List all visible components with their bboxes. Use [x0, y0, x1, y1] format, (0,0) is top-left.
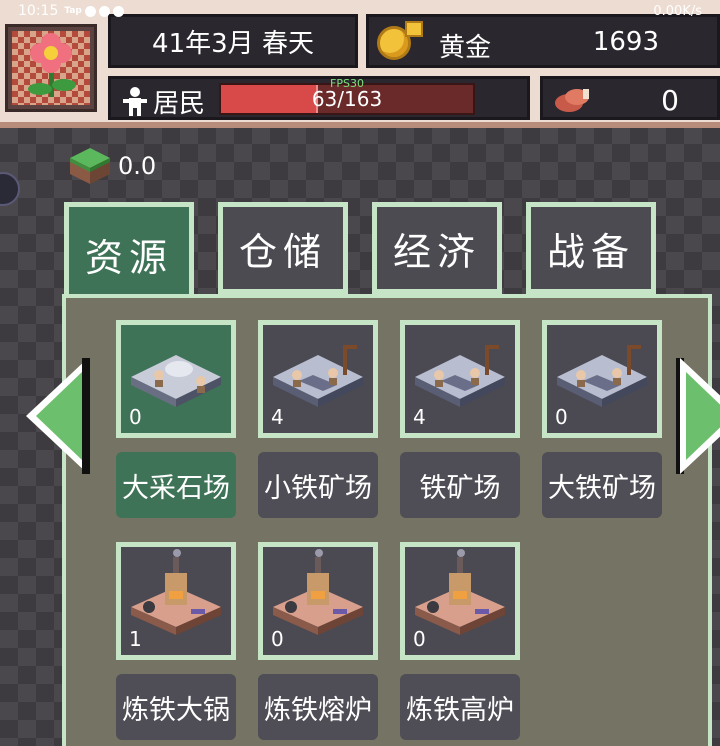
land-value: 0.0 [118, 152, 157, 180]
side-handle-icon[interactable] [0, 172, 20, 206]
tab-military[interactable]: 战备 [526, 202, 656, 294]
status-icons: Tap [64, 5, 124, 17]
building-thumb[interactable]: 4 [258, 320, 378, 438]
season-avatar[interactable] [5, 24, 97, 112]
building-label[interactable]: 大铁矿场 [542, 452, 662, 518]
network-speed: 0.00K/s [653, 3, 702, 19]
date-label: 41年3月 春天 [152, 28, 314, 59]
system-status-bar: 10:15 Tap 0.00K/s [0, 0, 720, 22]
residents-value: 63/163 [311, 87, 383, 111]
building-count: 0 [271, 627, 284, 651]
building-thumb[interactable]: 0 [400, 542, 520, 660]
app-icon [98, 5, 110, 17]
building-label[interactable]: 炼铁熔炉 [258, 674, 378, 740]
meat-value: 0 [661, 84, 679, 117]
grass-block-icon [70, 148, 110, 184]
clock: 10:15 [18, 3, 59, 19]
residents-panel: 居民 FPS30 63/163 [108, 76, 530, 120]
building-label[interactable]: 炼铁大锅 [116, 674, 236, 740]
building-count: 0 [413, 627, 426, 651]
notification-icon [84, 5, 96, 17]
shield-icon [112, 5, 124, 17]
gold-label: 黄金 [439, 33, 492, 63]
land-stat: 0.0 [66, 144, 156, 188]
next-page-arrow-icon[interactable] [676, 356, 720, 476]
gold-value: 1693 [592, 27, 659, 57]
tab-economy[interactable]: 经济 [372, 202, 502, 294]
date-season-panel: 41年3月 春天 [108, 14, 358, 68]
meat-panel: 0 [540, 76, 720, 120]
building-thumb[interactable]: 0 [116, 320, 236, 438]
building-count: 4 [271, 405, 284, 429]
gold-stack-icon [405, 21, 423, 37]
tap-tag: Tap [64, 6, 82, 16]
building-count: 4 [413, 405, 426, 429]
tab-storage[interactable]: 仓储 [218, 202, 348, 294]
building-count: 1 [129, 627, 142, 651]
building-count: 0 [129, 405, 142, 429]
residents-label: 居民 [153, 89, 206, 119]
meat-icon [555, 89, 589, 112]
building-panel: 0 大采石场 4 小铁矿场 4 铁矿场 0 大铁矿场 1 炼铁大锅 0 炼铁熔炉… [62, 294, 712, 746]
building-label[interactable]: 大采石场 [116, 452, 236, 518]
building-label[interactable]: 铁矿场 [400, 452, 520, 518]
building-label[interactable]: 炼铁高炉 [400, 674, 520, 740]
building-label[interactable]: 小铁矿场 [258, 452, 378, 518]
building-thumb[interactable]: 0 [258, 542, 378, 660]
prev-page-arrow-icon[interactable] [22, 356, 92, 476]
building-thumb[interactable]: 4 [400, 320, 520, 438]
category-tabs: 资源 仓储 经济 战备 [64, 202, 664, 302]
resident-icon [123, 87, 147, 116]
gold-panel: 黄金 1693 [366, 14, 720, 68]
building-thumb[interactable]: 1 [116, 542, 236, 660]
flower-icon [12, 31, 90, 105]
building-count: 0 [555, 405, 568, 429]
residents-bar: FPS30 63/163 [219, 77, 475, 115]
building-thumb[interactable]: 0 [542, 320, 662, 438]
tab-resources[interactable]: 资源 [64, 202, 194, 302]
